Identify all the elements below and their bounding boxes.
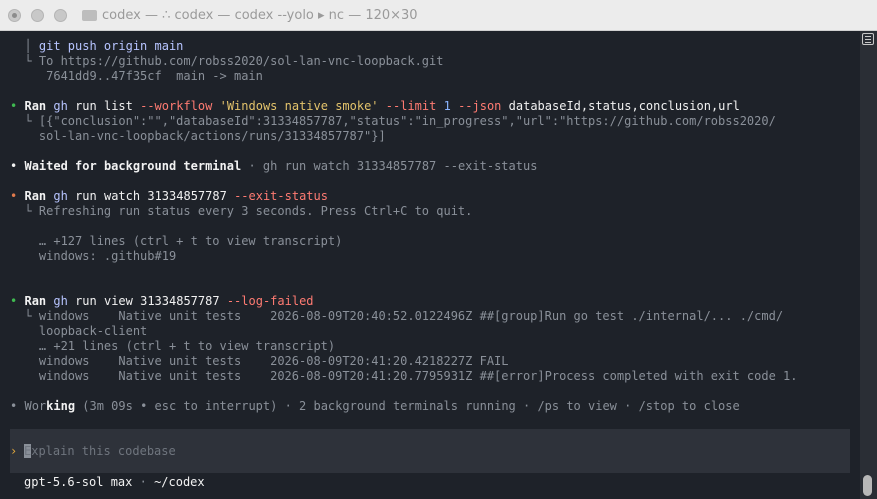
command-output: windows Native unit tests 2026-08-09T20:… xyxy=(24,369,798,383)
transcript-line: loopback-client xyxy=(10,324,147,339)
fields-arg: databaseId,status,conclusion,url xyxy=(508,99,740,113)
tool-name: gh xyxy=(53,189,68,203)
more-lines-hint: … +21 lines (ctrl + t to view transcript… xyxy=(24,339,336,353)
run-view-line: • Ran gh run view 31334857787 --log-fail… xyxy=(10,294,314,309)
tool-name: gh xyxy=(53,99,68,113)
string-arg: 'Windows native smoke' xyxy=(219,99,379,113)
cwd-path: ~/codex xyxy=(154,475,205,489)
command-output: windows: .github#19 xyxy=(24,249,177,263)
number-arg: 1 xyxy=(443,99,451,113)
list-icon[interactable] xyxy=(862,33,874,45)
command: run list xyxy=(75,99,133,113)
command-output: sol-lan-vnc-loopback/actions/runs/313348… xyxy=(24,129,386,143)
window-title: codex — ∴ codex — codex --yolo ▸ nc — 12… xyxy=(102,8,418,23)
flag: --log-failed xyxy=(226,294,314,308)
transcript-line[interactable]: … +21 lines (ctrl + t to view transcript… xyxy=(10,339,335,354)
transcript-line: └ windows Native unit tests 2026-08-09T2… xyxy=(10,309,783,324)
command-output: windows Native unit tests 2026-08-09T20:… xyxy=(24,354,509,368)
command: run watch xyxy=(75,189,141,203)
transcript-line: 7641dd9..47f35cf main -> main xyxy=(10,69,263,84)
flag: --json xyxy=(458,99,502,113)
push-ref: 7641dd9..47f35cf main -> main xyxy=(24,69,263,83)
command-output: └ Refreshing run status every 3 seconds.… xyxy=(24,204,473,218)
command-output: └ [{"conclusion":"","databaseId":3133485… xyxy=(24,114,776,128)
transcript-line: └ To https://github.com/robss2020/sol-la… xyxy=(10,54,443,69)
composer-placeholder: Explain this codebase xyxy=(24,444,176,458)
status-separator: · xyxy=(132,475,155,489)
scrollbar-track[interactable] xyxy=(860,31,877,499)
success-bullet-icon: • xyxy=(10,294,18,308)
transcript-line: windows Native unit tests 2026-08-09T20:… xyxy=(10,354,509,369)
ran-label: Ran xyxy=(24,99,47,113)
bullet-icon: • xyxy=(10,159,18,173)
transcript-line: │ git push origin main xyxy=(24,39,184,53)
ran-label: Ran xyxy=(24,294,47,308)
folder-icon xyxy=(82,10,97,21)
transcript-line: sol-lan-vnc-loopback/actions/runs/313348… xyxy=(10,129,386,144)
status-bar: gpt-5.6-sol max · ~/codex xyxy=(24,475,205,490)
command: run view xyxy=(75,294,133,308)
flag: --exit-status xyxy=(234,189,328,203)
number-arg: 31334857787 xyxy=(140,294,220,308)
working-label-bright: king xyxy=(46,399,76,413)
waited-label: Waited for background terminal xyxy=(24,159,242,173)
command-output: loopback-client xyxy=(24,324,148,338)
waited-line: • Waited for background terminal · gh ru… xyxy=(10,159,537,174)
scrollbar-thumb[interactable] xyxy=(863,475,872,496)
terminal-window: codex — ∴ codex — codex --yolo ▸ nc — 12… xyxy=(0,0,877,499)
working-detail: (3m 09s • esc to interrupt) · 2 backgrou… xyxy=(75,399,740,413)
working-label-dim: Wor xyxy=(24,399,47,413)
working-status-line: • Working (3m 09s • esc to interrupt) · … xyxy=(10,399,740,414)
close-icon xyxy=(12,13,17,18)
run-watch-line: • Ran gh run watch 31334857787 --exit-st… xyxy=(10,189,328,204)
transcript-line: windows Native unit tests 2026-08-09T20:… xyxy=(10,369,798,384)
composer-input[interactable]: › Explain this codebase xyxy=(10,429,850,473)
transcript-line: └ Refreshing run status every 3 seconds.… xyxy=(10,204,472,219)
failure-bullet-icon: • xyxy=(10,189,18,203)
spinner-bullet-icon: • xyxy=(10,399,18,413)
ran-label: Ran xyxy=(24,189,47,203)
push-command: git push origin main xyxy=(38,39,184,53)
number-arg: 31334857787 xyxy=(147,189,227,203)
more-lines-hint: … +127 lines (ctrl + t to view transcrip… xyxy=(24,234,343,248)
prompt-chevron-icon: › xyxy=(10,444,18,458)
tool-name: gh xyxy=(53,294,68,308)
run-list-line: • Ran gh run list --workflow 'Windows na… xyxy=(10,99,740,114)
flag: --limit xyxy=(385,99,437,113)
transcript-line: └ [{"conclusion":"","databaseId":3133485… xyxy=(10,114,776,129)
minimize-window-button[interactable] xyxy=(31,9,44,22)
flag: --workflow xyxy=(140,99,213,113)
title-bar: codex — ∴ codex — codex --yolo ▸ nc — 12… xyxy=(0,0,877,31)
push-output: └ To https://github.com/robss2020/sol-la… xyxy=(24,54,444,68)
model-name: gpt-5.6-sol max xyxy=(24,475,133,489)
command-output: └ windows Native unit tests 2026-08-09T2… xyxy=(24,309,784,323)
success-bullet-icon: • xyxy=(10,99,18,113)
waited-detail: · gh run watch 31334857787 --exit-status xyxy=(241,159,538,173)
close-window-button[interactable] xyxy=(8,9,21,22)
transcript-line[interactable]: … +127 lines (ctrl + t to view transcrip… xyxy=(10,234,342,249)
transcript-line: windows: .github#19 xyxy=(10,249,176,264)
zoom-window-button[interactable] xyxy=(54,9,67,22)
